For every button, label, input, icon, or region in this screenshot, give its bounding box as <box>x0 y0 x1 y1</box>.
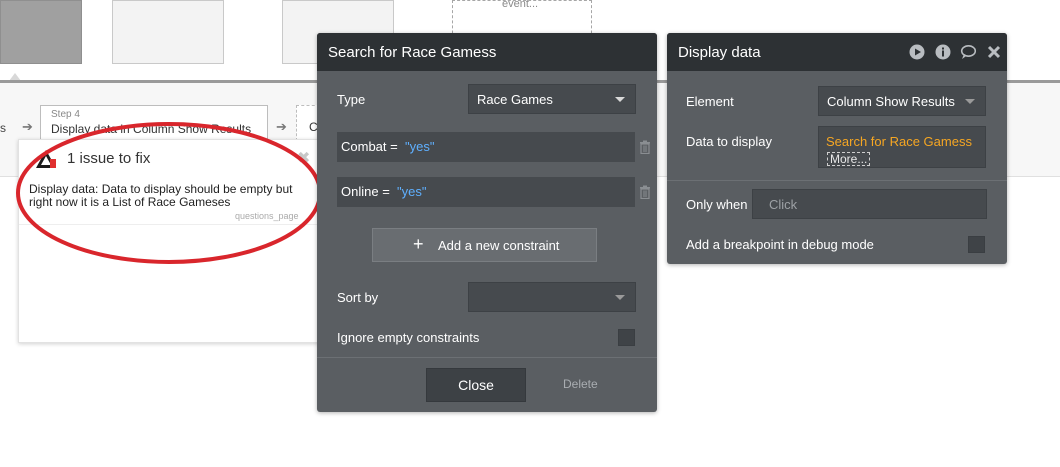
constraint-row[interactable]: Combat = "yes" <box>337 132 635 162</box>
panel-divider <box>667 180 1007 181</box>
chevron-down-icon <box>615 295 625 300</box>
search-panel: Search for Race Gamess Type Race Games C… <box>317 33 657 412</box>
only-when-label: Only when <box>686 197 748 212</box>
previous-step-fragment: s <box>0 121 6 135</box>
breakpoint-checkbox[interactable] <box>968 236 985 253</box>
search-panel-header: Search for Race Gamess <box>317 33 657 71</box>
add-constraint-button[interactable]: + Add a new constraint <box>372 228 597 262</box>
annotation-ellipse <box>16 122 322 264</box>
event-placeholder-label: event... <box>502 0 539 10</box>
data-to-display-label: Data to display <box>686 134 772 149</box>
type-dropdown[interactable]: Race Games <box>468 84 636 114</box>
close-button[interactable]: Close <box>426 368 526 402</box>
element-value: Column Show Results <box>827 94 955 109</box>
display-panel-header: Display data <box>667 33 1007 71</box>
breakpoint-label: Add a breakpoint in debug mode <box>686 237 874 252</box>
ignore-empty-checkbox[interactable] <box>618 329 635 346</box>
step-number: Step 4 <box>51 109 80 120</box>
display-data-panel: Display data Element Column Show Results <box>667 33 1007 264</box>
search-panel-title: Search for Race Gamess <box>328 44 497 61</box>
data-to-display-field[interactable]: Search for Race Gamess More... <box>818 126 986 168</box>
workflow-event-block[interactable] <box>112 0 224 64</box>
add-constraint-label: Add a new constraint <box>438 238 560 253</box>
info-icon[interactable] <box>935 44 951 60</box>
constraint-value[interactable]: "yes" <box>397 184 426 199</box>
play-icon[interactable] <box>909 44 925 60</box>
delete-button[interactable]: Delete <box>563 377 598 391</box>
only-when-placeholder: Click <box>769 197 798 212</box>
element-label: Element <box>686 94 734 109</box>
more-link[interactable]: More... <box>827 152 871 166</box>
chevron-down-icon <box>615 97 625 102</box>
plus-icon: + <box>413 234 424 254</box>
close-icon[interactable] <box>986 44 1002 60</box>
trash-icon[interactable] <box>639 185 651 199</box>
comment-icon[interactable] <box>960 44 976 60</box>
trash-icon[interactable] <box>639 140 651 154</box>
chevron-down-icon <box>965 99 975 104</box>
sort-by-label: Sort by <box>337 290 379 305</box>
display-panel-title: Display data <box>678 44 761 61</box>
panel-footer-divider <box>317 357 657 358</box>
workflow-event-block[interactable] <box>0 0 82 64</box>
element-dropdown[interactable]: Column Show Results <box>818 86 986 116</box>
constraint-field: Combat = <box>341 139 398 154</box>
sort-by-dropdown[interactable] <box>468 282 636 312</box>
constraint-value[interactable]: "yes" <box>405 139 434 154</box>
constraint-field: Online = <box>341 184 390 199</box>
ignore-empty-label: Ignore empty constraints <box>337 330 480 345</box>
constraint-row[interactable]: Online = "yes" <box>337 177 635 207</box>
type-value: Race Games <box>477 92 553 107</box>
only-when-field[interactable]: Click <box>752 189 987 219</box>
type-label: Type <box>337 92 366 107</box>
data-source-expression[interactable]: Search for Race Gamess <box>826 134 972 149</box>
